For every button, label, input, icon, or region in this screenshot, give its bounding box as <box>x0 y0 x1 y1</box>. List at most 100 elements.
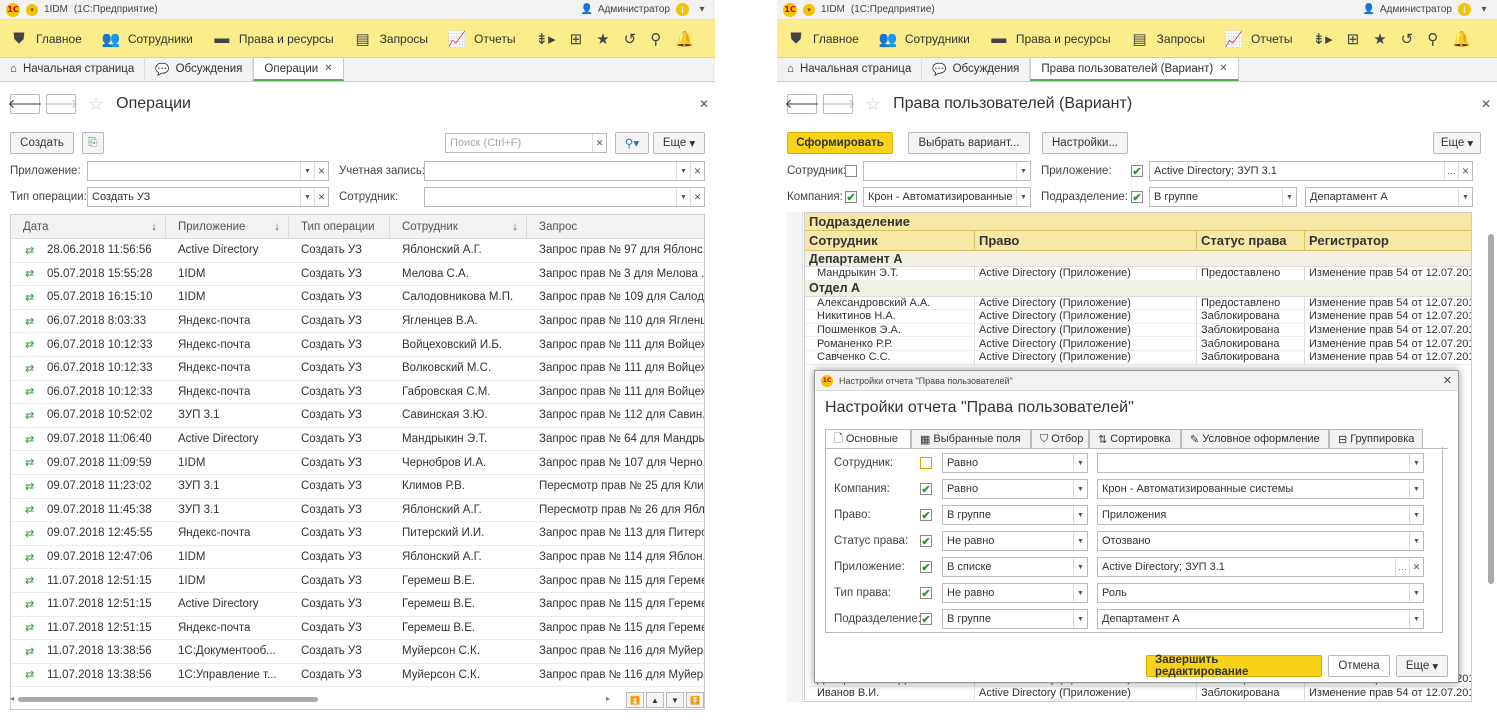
chevron-down-icon[interactable]: ▼ <box>676 162 690 180</box>
optype-filter-field[interactable]: Создать УЗ ▼ ✕ <box>87 187 329 207</box>
finish-editing-button[interactable]: Завершить редактирование <box>1146 654 1322 678</box>
setting-condition-field[interactable]: В группе ▼ <box>942 505 1088 525</box>
more-sections-icon[interactable]: ⇟▸ <box>536 30 556 48</box>
table-row[interactable]: ⇄ 28.06.2018 11:56:56 Active Directory Созд… <box>11 239 704 263</box>
setting-checkbox[interactable]: ✔ <box>920 587 932 600</box>
close-icon[interactable]: ✕ <box>324 63 332 74</box>
chevron-down-icon[interactable]: ▼ <box>1073 480 1087 498</box>
main-menu-icon[interactable]: ▾ <box>26 3 38 16</box>
setting-condition-field[interactable]: Равно ▼ <box>942 453 1088 473</box>
setting-value-field[interactable]: Отозвано ▼ <box>1097 531 1424 551</box>
table-row[interactable]: ⇄ 06.07.2018 10:12:33 Яндекс-почта Создать … <box>11 357 704 381</box>
chevron-down-icon[interactable]: ▼ <box>1458 188 1472 206</box>
create-button[interactable]: Создать <box>10 132 74 154</box>
company-filter-checkbox[interactable]: ✔ <box>845 191 857 204</box>
search-icon[interactable]: ⚲ <box>650 30 661 48</box>
chevron-down-icon[interactable]: ▼ <box>300 162 314 180</box>
table-row[interactable]: ⇄ 06.07.2018 8:03:33 Яндекс-почта Создать У… <box>11 310 704 334</box>
section-rights[interactable]: ▬ Права и ресурсы <box>990 30 1110 48</box>
table-row[interactable]: ⇄ 05.07.2018 16:15:10 1IDM Создать УЗ Салодо… <box>11 286 704 310</box>
section-requests[interactable]: ▤ Запросы <box>354 30 429 48</box>
app-filter-field[interactable]: ▼ ✕ <box>87 161 329 181</box>
setting-value-field[interactable]: Крон - Автоматизированные системы ▼ <box>1097 479 1424 499</box>
apps-grid-icon[interactable]: ⊞ <box>1347 30 1360 48</box>
chevron-down-icon[interactable]: ▼ <box>1016 188 1030 206</box>
next-page-icon[interactable]: ▼ <box>666 692 684 708</box>
report-row[interactable]: Савченко С.С. Active Directory (Приложени… <box>805 350 1471 365</box>
settings-button[interactable]: Настройки... <box>1042 132 1128 154</box>
section-main[interactable]: ⛊ Главное <box>787 30 859 48</box>
chevron-down-icon[interactable]: ▼ <box>1282 188 1296 206</box>
tab-home[interactable]: ⌂ Начальная страница <box>777 57 923 81</box>
back-button[interactable]: 🡐 <box>8 94 42 114</box>
tab-selected-fields[interactable]: ▦ Выбранные поля <box>911 429 1031 448</box>
setting-condition-field[interactable]: Не равно ▼ <box>942 583 1088 603</box>
scroll-thumb[interactable] <box>1488 234 1494 584</box>
table-row[interactable]: ⇄ 06.07.2018 10:12:33 Яндекс-почта Создать … <box>11 333 704 357</box>
clear-icon[interactable]: ✕ <box>690 188 704 206</box>
employee-filter-checkbox[interactable] <box>845 165 857 177</box>
chevron-down-icon[interactable]: ▼ <box>1016 162 1030 180</box>
company-filter-field[interactable]: Крон - Автоматизированные ▼ <box>863 187 1031 207</box>
report-row[interactable]: Мандрыкин Э.Т. Active Directory (Приложен… <box>805 267 1471 281</box>
table-row[interactable]: ⇄ 11.07.2018 12:51:15 Active Directory Созд… <box>11 593 704 617</box>
prev-page-icon[interactable]: ▲ <box>646 692 664 708</box>
copy-icon[interactable]: ⎘ <box>82 132 104 154</box>
setting-value-field[interactable]: Департамент А ▼ <box>1097 609 1424 629</box>
setting-checkbox[interactable] <box>920 457 932 469</box>
table-row[interactable]: ⇄ 05.07.2018 15:55:28 1IDM Создать УЗ Мелова… <box>11 263 704 287</box>
tab-conditional-format[interactable]: ✎ Условное оформление <box>1181 429 1329 448</box>
more-button[interactable]: Еще ▾ <box>653 132 705 154</box>
app-filter-checkbox[interactable]: ✔ <box>1131 165 1143 178</box>
scroll-thumb[interactable] <box>18 697 318 702</box>
section-reports[interactable]: 📈 Отчеты <box>448 30 516 48</box>
tab-grouping[interactable]: ⊟ Группировка <box>1329 429 1423 448</box>
user-menu[interactable]: 👤 Администратор <box>1362 4 1452 16</box>
table-row[interactable]: ⇄ 09.07.2018 11:06:40 Active Directory Созд… <box>11 428 704 452</box>
history-icon[interactable]: ↺ <box>1401 30 1414 48</box>
bell-icon[interactable]: 🔔 <box>675 30 694 48</box>
scroll-left-icon[interactable]: ◂ <box>10 694 14 703</box>
ellipsis-icon[interactable]: … <box>1395 558 1409 576</box>
setting-value-field[interactable]: Active Directory; ЗУП 3.1 … ✕ <box>1097 557 1424 577</box>
setting-checkbox[interactable]: ✔ <box>920 535 932 548</box>
table-row[interactable]: ⇄ 09.07.2018 11:09:59 1IDM Создать УЗ Черноб… <box>11 451 704 475</box>
table-row[interactable]: ⇄ 09.07.2018 12:47:06 1IDM Создать УЗ Яблонс… <box>11 546 704 570</box>
clear-icon[interactable]: ✕ <box>690 162 704 180</box>
scroll-right-icon[interactable]: ▸ <box>606 694 610 703</box>
table-row[interactable]: ⇄ 09.07.2018 12:45:55 Яндекс-почта Создать … <box>11 522 704 546</box>
table-row[interactable]: ⇄ 11.07.2018 13:38:56 1С:Управление т... Со… <box>11 664 704 688</box>
forward-button[interactable]: 🡒 <box>44 94 78 114</box>
first-page-icon[interactable]: ⏫ <box>626 692 644 708</box>
tab-discussions[interactable]: 💬 Обсуждения <box>922 57 1031 81</box>
tab-sort[interactable]: ⇅ Сортировка <box>1089 429 1181 448</box>
report-row[interactable]: Пошменков Э.А. Active Directory (Приложен… <box>805 323 1471 338</box>
setting-condition-field[interactable]: Не равно ▼ <box>942 531 1088 551</box>
setting-checkbox[interactable]: ✔ <box>920 509 932 522</box>
close-form-icon[interactable]: ✕ <box>1481 97 1491 111</box>
tab-user-rights[interactable]: Права пользователей (Вариант) ✕ <box>1030 57 1239 81</box>
account-filter-field[interactable]: ▼ ✕ <box>424 161 705 181</box>
chevron-down-icon[interactable]: ▼ <box>1073 532 1087 550</box>
report-row[interactable]: Иванов В.И. Active Directory (Приложение)… <box>805 686 1471 701</box>
section-requests[interactable]: ▤ Запросы <box>1131 30 1206 48</box>
employee-filter-field[interactable]: ▼ ✕ <box>424 187 705 207</box>
clear-icon[interactable]: ✕ <box>592 134 606 152</box>
bell-icon[interactable]: 🔔 <box>1452 30 1471 48</box>
app-filter-field[interactable]: Active Directory; ЗУП 3.1 … ✕ <box>1149 161 1473 181</box>
cancel-button[interactable]: Отмена <box>1328 655 1390 677</box>
chevron-down-icon[interactable]: ▼ <box>1073 610 1087 628</box>
chevron-down-icon[interactable]: ▼ <box>1073 558 1087 576</box>
choose-variant-button[interactable]: Выбрать вариант... <box>908 132 1030 154</box>
info-icon[interactable]: i <box>1458 3 1471 16</box>
search-button[interactable]: ⚲▾ <box>615 132 649 154</box>
chevron-down-icon[interactable]: ▼ <box>1073 584 1087 602</box>
generate-button[interactable]: Сформировать <box>787 132 893 154</box>
more-sections-icon[interactable]: ⇟▸ <box>1313 30 1333 48</box>
chevron-down-icon[interactable]: ▾ <box>695 4 709 16</box>
section-rights[interactable]: ▬ Права и ресурсы <box>213 30 333 48</box>
column-application[interactable]: Приложение ↓ <box>166 215 289 238</box>
table-row[interactable]: ⇄ 11.07.2018 13:38:56 1С:Документооб... Соз… <box>11 640 704 664</box>
chevron-down-icon[interactable]: ▼ <box>1409 454 1423 472</box>
setting-condition-field[interactable]: В списке ▼ <box>942 557 1088 577</box>
